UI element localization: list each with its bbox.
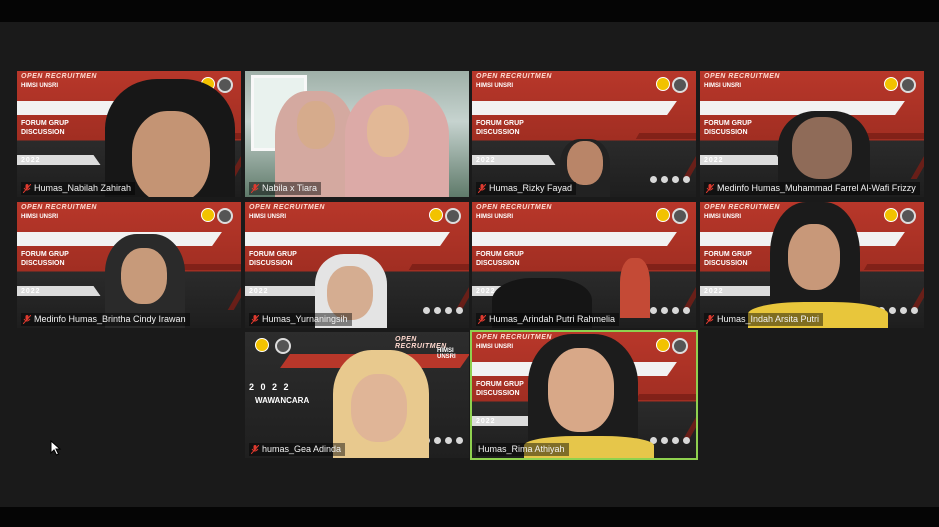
university-logo-icon	[255, 338, 269, 352]
top-bar	[0, 0, 939, 22]
org-logo-icon	[217, 208, 233, 224]
org-logo-icon	[672, 208, 688, 224]
org-label: HIMSI UNSRI	[21, 83, 59, 89]
mic-muted-icon	[251, 315, 259, 324]
university-logo-icon	[656, 77, 670, 91]
org-logo-icon	[445, 208, 461, 224]
org-logo-icon	[900, 77, 916, 93]
mic-muted-icon	[251, 184, 259, 193]
participant-tile[interactable]: OPEN RECRUITMEN HIMSI UNSRI FORUM GRUP D…	[700, 71, 924, 197]
mic-muted-icon	[706, 315, 714, 324]
participant-tile[interactable]: OPEN RECRUITMEN HIMSI UNSRI 2 0 2 2 WAWA…	[245, 332, 469, 458]
participant-name-label: Humas_Arindah Putri Rahmelia	[476, 313, 620, 326]
social-icons	[423, 437, 463, 444]
social-icons	[650, 176, 690, 183]
mic-muted-icon	[23, 184, 31, 193]
participant-tile[interactable]: OPEN RECRUITMEN HIMSI UNSRI FORUM GRUP D…	[17, 71, 241, 197]
participant-tile[interactable]: OPEN RECRUITMEN HIMSI UNSRI FORUM GRUP D…	[245, 202, 469, 328]
participant-tile[interactable]: OPEN RECRUITMEN HIMSI UNSRI FORUM GRUP D…	[472, 71, 696, 197]
mic-muted-icon	[478, 315, 486, 324]
mic-muted-icon	[706, 184, 714, 193]
participant-tile[interactable]: OPEN RECRUITMEN HIMSI UNSRI FORUM GRUP D…	[17, 202, 241, 328]
org-logo-icon	[275, 338, 291, 354]
participant-name-label: Humas_Yurnaningsih	[249, 313, 352, 326]
org-logo-icon	[672, 338, 688, 354]
participant-name-label: Humas_Rizky Fayad	[476, 182, 577, 195]
interview-label: WAWANCARA	[255, 396, 310, 405]
participant-name-label: Humas_Nabilah Zahirah	[21, 182, 136, 195]
active-speaker-tile[interactable]: OPEN RECRUITMEN HIMSI UNSRI FORUM GRUP D…	[470, 330, 698, 460]
university-logo-icon	[884, 208, 898, 222]
mic-muted-icon	[23, 315, 31, 324]
participant-tile[interactable]: Nabila x Tiara	[245, 71, 469, 197]
university-logo-icon	[656, 208, 670, 222]
participant-name-label: Medinfo Humas_Muhammad Farrel Al-Wafi Fr…	[704, 182, 920, 195]
year-label: 2022	[21, 157, 41, 164]
bottom-bar	[0, 507, 939, 527]
mic-muted-icon	[478, 184, 486, 193]
participant-name-label: Humas_Rima Athiyah	[476, 443, 569, 456]
university-logo-icon	[429, 208, 443, 222]
university-logo-icon	[201, 208, 215, 222]
participant-name-label: Humas_Indah Arsita Putri	[704, 313, 824, 326]
participant-tile[interactable]: OPEN RECRUITMEN HIMSI UNSRI FORUM GRUP D…	[472, 202, 696, 328]
session-label: FORUM GRUP DISCUSSION	[21, 120, 69, 136]
mic-muted-icon	[251, 445, 259, 454]
social-icons	[650, 307, 690, 314]
org-logo-icon	[672, 77, 688, 93]
social-icons	[650, 437, 690, 444]
social-icons	[423, 307, 463, 314]
participant-name-label: humas_Gea Adinda	[249, 443, 346, 456]
org-logo-icon	[217, 77, 233, 93]
participant-tile[interactable]: OPEN RECRUITMEN HIMSI UNSRI FORUM GRUP D…	[700, 202, 924, 328]
recruitment-label: OPEN RECRUITMEN	[21, 73, 97, 80]
university-logo-icon	[656, 338, 670, 352]
org-logo-icon	[900, 208, 916, 224]
university-logo-icon	[884, 77, 898, 91]
participant-name-label: Nabila x Tiara	[249, 182, 322, 195]
mouse-cursor-icon	[50, 440, 62, 456]
participant-name-label: Medinfo Humas_Brintha Cindy Irawan	[21, 313, 190, 326]
